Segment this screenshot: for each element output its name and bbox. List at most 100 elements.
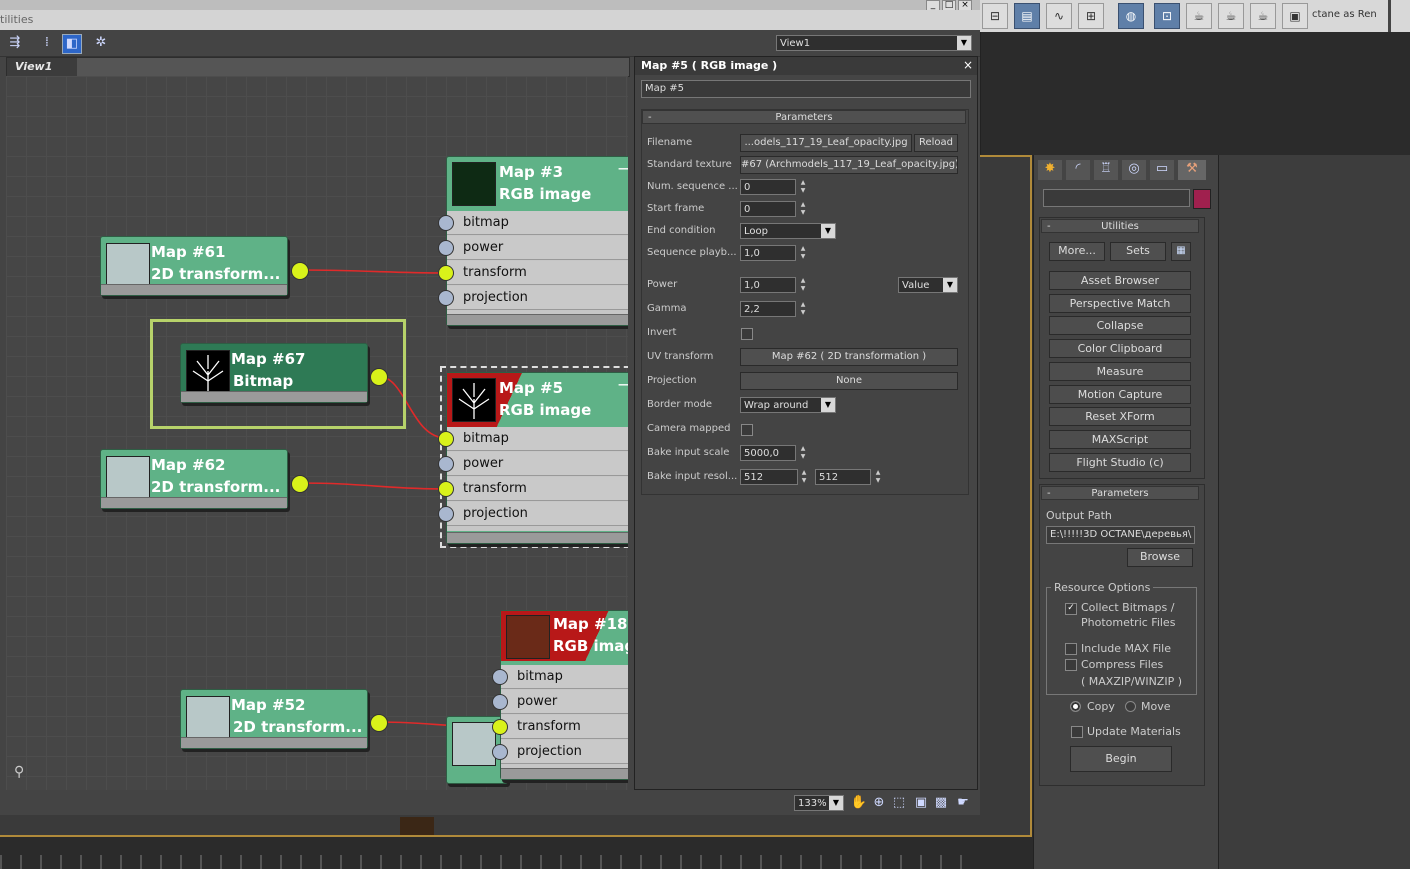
spinner-icon[interactable]: ▲ ▼	[799, 245, 807, 261]
socket-map18-power[interactable]	[492, 694, 508, 710]
create-tab-icon[interactable]: ✸	[1038, 160, 1062, 180]
update-materials-checkbox[interactable]	[1071, 726, 1083, 738]
color-clipboard-button[interactable]: Color Clipboard	[1049, 339, 1191, 358]
map-name-input[interactable]: Map #5	[641, 80, 971, 98]
spinner-icon[interactable]: ▲ ▼	[799, 301, 807, 317]
socket-map62-out[interactable]	[291, 475, 309, 493]
close-icon[interactable]: ×	[963, 58, 973, 72]
node-map62[interactable]: Map #62 2D transform...	[100, 449, 288, 509]
bake-input-scale-input[interactable]: 5000,0	[740, 445, 796, 461]
spinner-icon[interactable]: ▲ ▼	[800, 469, 808, 485]
spinner-icon[interactable]: ▲ ▼	[799, 445, 807, 461]
compress-files-checkbox[interactable]	[1065, 659, 1077, 671]
spinner-icon[interactable]: ▲ ▼	[799, 179, 807, 195]
node-map67[interactable]: Map #67 Bitmap	[180, 343, 368, 403]
filename-button[interactable]: ...odels_117_19_Leaf_opacity.jpg	[740, 134, 912, 152]
copy-radio[interactable]	[1070, 701, 1081, 712]
spinner-icon[interactable]: ▲ ▼	[799, 201, 807, 217]
modify-tab-icon[interactable]: ◜	[1066, 160, 1090, 180]
parameters-rollout-header[interactable]: - Parameters	[1041, 486, 1199, 500]
power-input[interactable]: 1,0	[740, 277, 796, 293]
socket-map3-power[interactable]	[438, 240, 454, 256]
begin-button[interactable]: Begin	[1070, 746, 1172, 772]
camera-mapped-checkbox[interactable]	[741, 424, 753, 436]
binoculars-icon[interactable]: ⚲	[14, 764, 24, 780]
socket-map67-out[interactable]	[370, 368, 388, 386]
display-tab-icon[interactable]: ▭	[1150, 160, 1174, 180]
node-map3[interactable]: Map #3 RGB image — bitmap power transfor…	[446, 156, 628, 326]
collapse-button[interactable]: Collapse	[1049, 316, 1191, 335]
pan-to-selected-icon[interactable]: ☛	[954, 794, 972, 812]
collect-bitmaps-checkbox[interactable]: ✓	[1065, 603, 1077, 615]
slot-transform[interactable]: transform	[501, 715, 628, 739]
move-radio[interactable]	[1125, 701, 1136, 712]
slot-power[interactable]: power	[447, 452, 628, 476]
measure-button[interactable]: Measure	[1049, 362, 1191, 381]
sets-button[interactable]: Sets	[1110, 242, 1166, 261]
curve-editor-icon[interactable]: ∿	[1046, 3, 1072, 29]
utilities-rollout-header[interactable]: - Utilities	[1041, 219, 1199, 233]
start-frame-input[interactable]: 0	[740, 201, 796, 217]
socket-map3-projection[interactable]	[438, 290, 454, 306]
spinner-icon[interactable]: ▲ ▼	[874, 469, 882, 485]
node-map52[interactable]: Map #52 2D transform...	[180, 689, 368, 749]
collapse-icon[interactable]: —	[618, 162, 628, 175]
invert-checkbox[interactable]	[741, 328, 753, 340]
zoom-region-icon[interactable]: ⬚	[890, 794, 908, 812]
options-gear-icon[interactable]: ✲	[92, 34, 110, 52]
socket-map5-projection[interactable]	[438, 506, 454, 522]
slot-projection[interactable]: projection	[447, 286, 628, 310]
utilities-tab-icon[interactable]: ⚒	[1178, 160, 1206, 180]
slot-projection[interactable]: projection	[501, 740, 628, 764]
socket-map5-power[interactable]	[438, 456, 454, 472]
reload-button[interactable]: Reload	[914, 134, 958, 152]
schematic-icon[interactable]: ⊞	[1078, 3, 1104, 29]
sequence-playback-input[interactable]: 1,0	[740, 245, 796, 261]
slot-transform[interactable]: transform	[447, 261, 628, 285]
perspective-match-button[interactable]: Perspective Match	[1049, 294, 1191, 313]
render-window-icon[interactable]: ▣	[1282, 3, 1308, 29]
object-color-swatch[interactable]	[1193, 189, 1211, 209]
slot-power[interactable]: power	[501, 690, 628, 714]
reset-xform-button[interactable]: Reset XForm	[1049, 407, 1191, 426]
socket-map61-out[interactable]	[291, 262, 309, 280]
include-max-checkbox[interactable]	[1065, 643, 1077, 655]
node-map18[interactable]: Map #18 RGB imag bitmap power transform …	[500, 610, 628, 780]
zoom-extents-icon[interactable]: ▣	[912, 794, 930, 812]
node-map61[interactable]: Map #61 2D transform...	[100, 236, 288, 296]
node-canvas[interactable]: Map #3 RGB image — bitmap power transfor…	[6, 76, 628, 790]
slot-bitmap[interactable]: bitmap	[447, 427, 628, 451]
configure-sets-icon[interactable]: ▦	[1171, 242, 1191, 261]
select-tool-icon[interactable]: ⇶	[6, 34, 24, 52]
bake-resolution-width-input[interactable]: 512	[740, 469, 798, 485]
socket-map18-bitmap[interactable]	[492, 669, 508, 685]
border-mode-select[interactable]: Wrap around ▼	[740, 397, 836, 413]
octane-render-label[interactable]: ctane as Ren	[1312, 9, 1377, 20]
socket-map5-transform[interactable]	[438, 481, 454, 497]
asset-browser-button[interactable]: Asset Browser	[1049, 271, 1191, 290]
render-frame-icon[interactable]: ⊡	[1154, 3, 1180, 29]
browse-button[interactable]: Browse	[1127, 548, 1193, 567]
more-button[interactable]: More...	[1049, 242, 1105, 261]
tab-view1[interactable]: View1	[7, 58, 77, 76]
socket-map18-transform[interactable]	[492, 719, 508, 735]
socket-map3-transform[interactable]	[438, 265, 454, 281]
socket-map5-bitmap[interactable]	[438, 431, 454, 447]
slot-bitmap[interactable]: bitmap	[501, 665, 628, 689]
layout-icon[interactable]: ⁞	[38, 34, 56, 52]
slot-transform[interactable]: transform	[447, 477, 628, 501]
view-select[interactable]: View1 ▼	[776, 35, 972, 51]
node-map5[interactable]: Map #5 RGB image — bitmap power transfor…	[446, 372, 628, 544]
pan-hand-icon[interactable]: ✋	[850, 794, 868, 812]
zoom-selected-icon[interactable]: ▩	[932, 794, 950, 812]
show-map-icon[interactable]: ◧	[62, 34, 82, 54]
hierarchy-tab-icon[interactable]: ♖	[1094, 160, 1118, 180]
zoom-icon[interactable]: ⊕	[870, 794, 888, 812]
teapot-icon[interactable]: ☕	[1186, 3, 1212, 29]
projection-button[interactable]: None	[740, 372, 958, 390]
spinner-icon[interactable]: ▲ ▼	[799, 277, 807, 293]
socket-map52-out[interactable]	[370, 714, 388, 732]
socket-map3-bitmap[interactable]	[438, 215, 454, 231]
teapot-active-icon[interactable]: ☕	[1250, 3, 1276, 29]
end-condition-select[interactable]: Loop ▼	[740, 223, 836, 239]
